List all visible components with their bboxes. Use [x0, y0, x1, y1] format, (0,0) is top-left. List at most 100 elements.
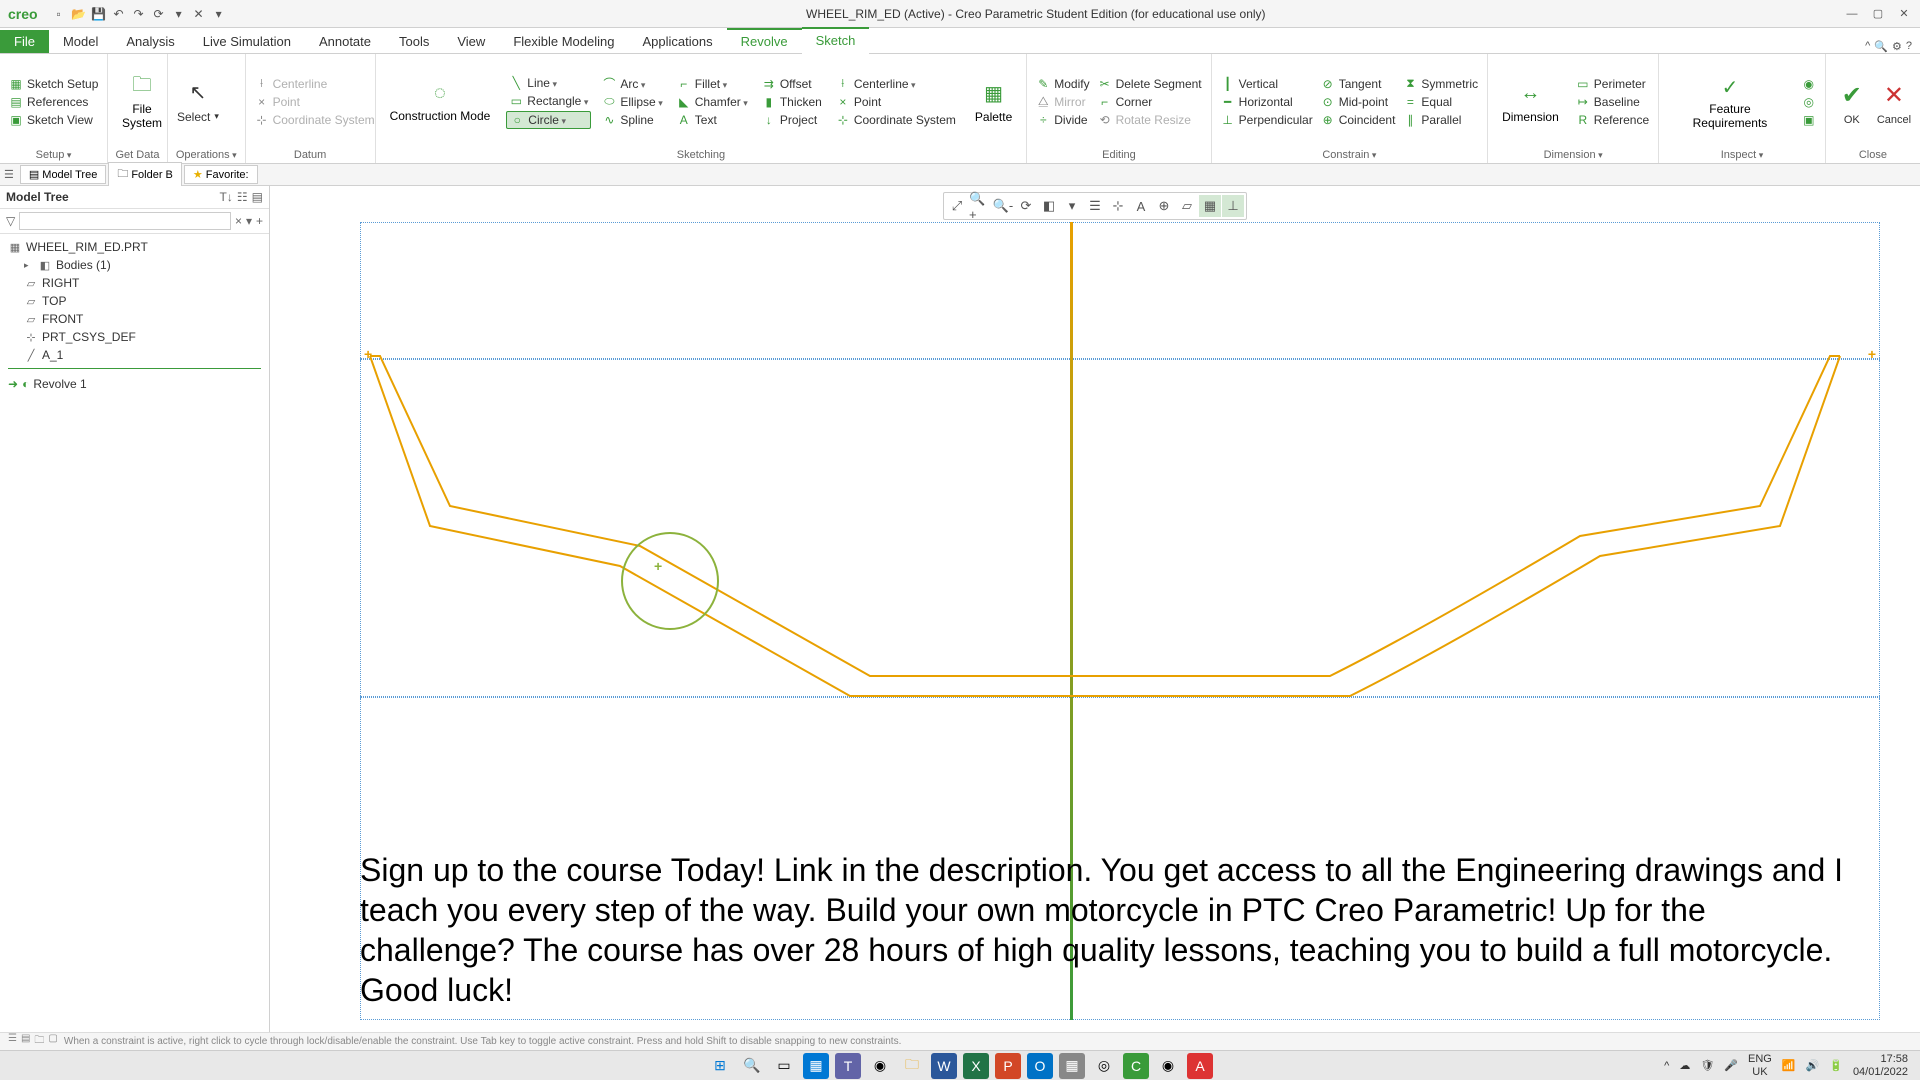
tray-wifi-icon[interactable]: 📶	[1782, 1059, 1796, 1072]
tree-csys[interactable]: ⊹PRT_CSYS_DEF	[0, 328, 269, 346]
maximize-button[interactable]: ▢	[1866, 4, 1890, 24]
ribbon-options-icon[interactable]: ⚙	[1892, 40, 1902, 53]
symmetric-constraint-button[interactable]: ⧗Symmetric	[1400, 76, 1481, 92]
datum-point-button[interactable]: ×Point	[252, 94, 378, 110]
tab-analysis[interactable]: Analysis	[112, 30, 188, 53]
task-view-icon[interactable]: ▭	[771, 1053, 797, 1079]
tab-applications[interactable]: Applications	[628, 30, 726, 53]
dimension-group-label[interactable]: Dimension	[1494, 147, 1652, 161]
tab-view[interactable]: View	[443, 30, 499, 53]
offset-button[interactable]: ⇉Offset	[759, 76, 825, 92]
perpendicular-constraint-button[interactable]: ⊥Perpendicular	[1218, 112, 1316, 128]
chrome-icon[interactable]: ◉	[867, 1053, 893, 1079]
chamfer-button[interactable]: ◣Chamfer	[674, 94, 751, 110]
nav-model-tree[interactable]: ▤Model Tree	[20, 165, 106, 184]
perimeter-button[interactable]: ▭Perimeter	[1573, 76, 1652, 92]
sketch-point-button[interactable]: ×Point	[833, 94, 959, 110]
tab-flexible-modeling[interactable]: Flexible Modeling	[499, 30, 628, 53]
tray-battery-icon[interactable]: 🔋	[1829, 1059, 1843, 1072]
filter-dropdown-icon[interactable]: ▾	[246, 214, 252, 228]
dimension-button[interactable]: ↔ Dimension	[1494, 76, 1567, 128]
tab-model[interactable]: Model	[49, 30, 112, 53]
teams-icon[interactable]: T	[835, 1053, 861, 1079]
setup-group-label[interactable]: Setup	[6, 147, 101, 161]
sketch-coord-button[interactable]: ⊹Coordinate System	[833, 112, 959, 128]
tangent-constraint-button[interactable]: ⊘Tangent	[1318, 76, 1399, 92]
nav-favorites[interactable]: ★Favorite:	[184, 165, 258, 184]
obs-icon[interactable]: ◉	[1155, 1053, 1181, 1079]
delete-segment-button[interactable]: ✂Delete Segment	[1095, 76, 1205, 92]
file-system-button[interactable]: 🗀 File System	[114, 69, 170, 133]
browser-icon[interactable]: ◎	[1091, 1053, 1117, 1079]
ribbon-help-icon[interactable]: ?	[1906, 40, 1912, 53]
widgets-icon[interactable]: ▦	[803, 1053, 829, 1079]
line-button[interactable]: ╲Line	[506, 75, 591, 91]
tree-bodies[interactable]: ▸◧Bodies (1)	[0, 256, 269, 274]
equal-constraint-button[interactable]: =Equal	[1400, 94, 1481, 110]
sketch-centerline-button[interactable]: ⟊Centerline	[833, 76, 959, 92]
add-filter-icon[interactable]: +	[256, 214, 263, 228]
divide-button[interactable]: ÷Divide	[1033, 112, 1092, 128]
modify-button[interactable]: ✎Modify	[1033, 76, 1092, 92]
tray-clock[interactable]: 17:5804/01/2022	[1853, 1053, 1908, 1077]
acrobat-icon[interactable]: A	[1187, 1053, 1213, 1079]
qat-more-icon[interactable]: ▾	[210, 5, 228, 23]
fillet-button[interactable]: ⌐Fillet	[674, 76, 751, 92]
arc-button[interactable]: ⌒Arc	[599, 76, 665, 92]
tab-live-simulation[interactable]: Live Simulation	[189, 30, 305, 53]
select-button[interactable]: Select ▾	[174, 109, 222, 125]
tree-axis-a1[interactable]: ╱A_1	[0, 346, 269, 364]
tree-top-plane[interactable]: ▱TOP	[0, 292, 269, 310]
tab-sketch[interactable]: Sketch	[802, 27, 870, 54]
palette-button[interactable]: ▦ Palette	[967, 76, 1020, 128]
tray-mic-icon[interactable]: 🎤	[1724, 1059, 1738, 1072]
reference-button[interactable]: RReference	[1573, 112, 1652, 128]
word-icon[interactable]: W	[931, 1053, 957, 1079]
sketch-view-button[interactable]: ▣Sketch View	[6, 112, 101, 128]
creo-taskbar-icon[interactable]: C	[1123, 1053, 1149, 1079]
app1-icon[interactable]: ▦	[1059, 1053, 1085, 1079]
overlap-geom-button[interactable]: ◉	[1799, 76, 1819, 92]
cancel-button[interactable]: ✕	[1874, 77, 1914, 114]
search-icon[interactable]: 🔍	[739, 1053, 765, 1079]
thicken-button[interactable]: ▮Thicken	[759, 94, 825, 110]
redo-icon[interactable]: ↷	[130, 5, 148, 23]
ribbon-collapse-icon[interactable]: ^	[1865, 40, 1870, 53]
excel-icon[interactable]: X	[963, 1053, 989, 1079]
tree-show-icon[interactable]: ☷	[237, 190, 248, 204]
powerpoint-icon[interactable]: P	[995, 1053, 1021, 1079]
project-button[interactable]: ↓Project	[759, 112, 825, 128]
windows-icon[interactable]: ▾	[170, 5, 188, 23]
tab-file[interactable]: File	[0, 30, 49, 53]
outlook-icon[interactable]: O	[1027, 1053, 1053, 1079]
minimize-button[interactable]: —	[1840, 4, 1864, 24]
close-window-icon[interactable]: ✕	[190, 5, 208, 23]
tree-right-plane[interactable]: ▱RIGHT	[0, 274, 269, 292]
constrain-group-label[interactable]: Constrain	[1218, 147, 1481, 161]
ribbon-search-icon[interactable]: 🔍	[1874, 40, 1888, 53]
nav-tree-icon[interactable]: ☰	[0, 168, 18, 181]
tab-annotate[interactable]: Annotate	[305, 30, 385, 53]
text-button[interactable]: AText	[674, 112, 751, 128]
regen-icon[interactable]: ⟳	[150, 5, 168, 23]
coincident-constraint-button[interactable]: ⊕Coincident	[1318, 112, 1399, 128]
feature-requirements-button[interactable]: ✓ Feature Requirements	[1665, 69, 1795, 133]
open-icon[interactable]: 📂	[70, 5, 88, 23]
clear-filter-icon[interactable]: ×	[235, 214, 242, 228]
tab-revolve[interactable]: Revolve	[727, 28, 802, 53]
circle-button[interactable]: ○Circle	[506, 111, 591, 129]
inspect-group-label[interactable]: Inspect	[1665, 147, 1819, 161]
filter-icon[interactable]: ▽	[6, 214, 15, 228]
cursor-select-button[interactable]: ↖	[174, 79, 222, 107]
tab-tools[interactable]: Tools	[385, 30, 443, 53]
tray-security-icon[interactable]: 🛡	[1700, 1059, 1714, 1072]
rectangle-button[interactable]: ▭Rectangle	[506, 93, 591, 109]
baseline-button[interactable]: ↦Baseline	[1573, 94, 1652, 110]
tree-front-plane[interactable]: ▱FRONT	[0, 310, 269, 328]
tray-volume-icon[interactable]: 🔊	[1806, 1059, 1820, 1072]
vertical-constraint-button[interactable]: ┃Vertical	[1218, 76, 1316, 92]
mirror-button[interactable]: ⧋Mirror	[1033, 94, 1092, 110]
construction-mode-button[interactable]: ◌ Construction Mode	[382, 76, 499, 127]
horizontal-constraint-button[interactable]: ━Horizontal	[1218, 94, 1316, 110]
save-icon[interactable]: 💾	[90, 5, 108, 23]
